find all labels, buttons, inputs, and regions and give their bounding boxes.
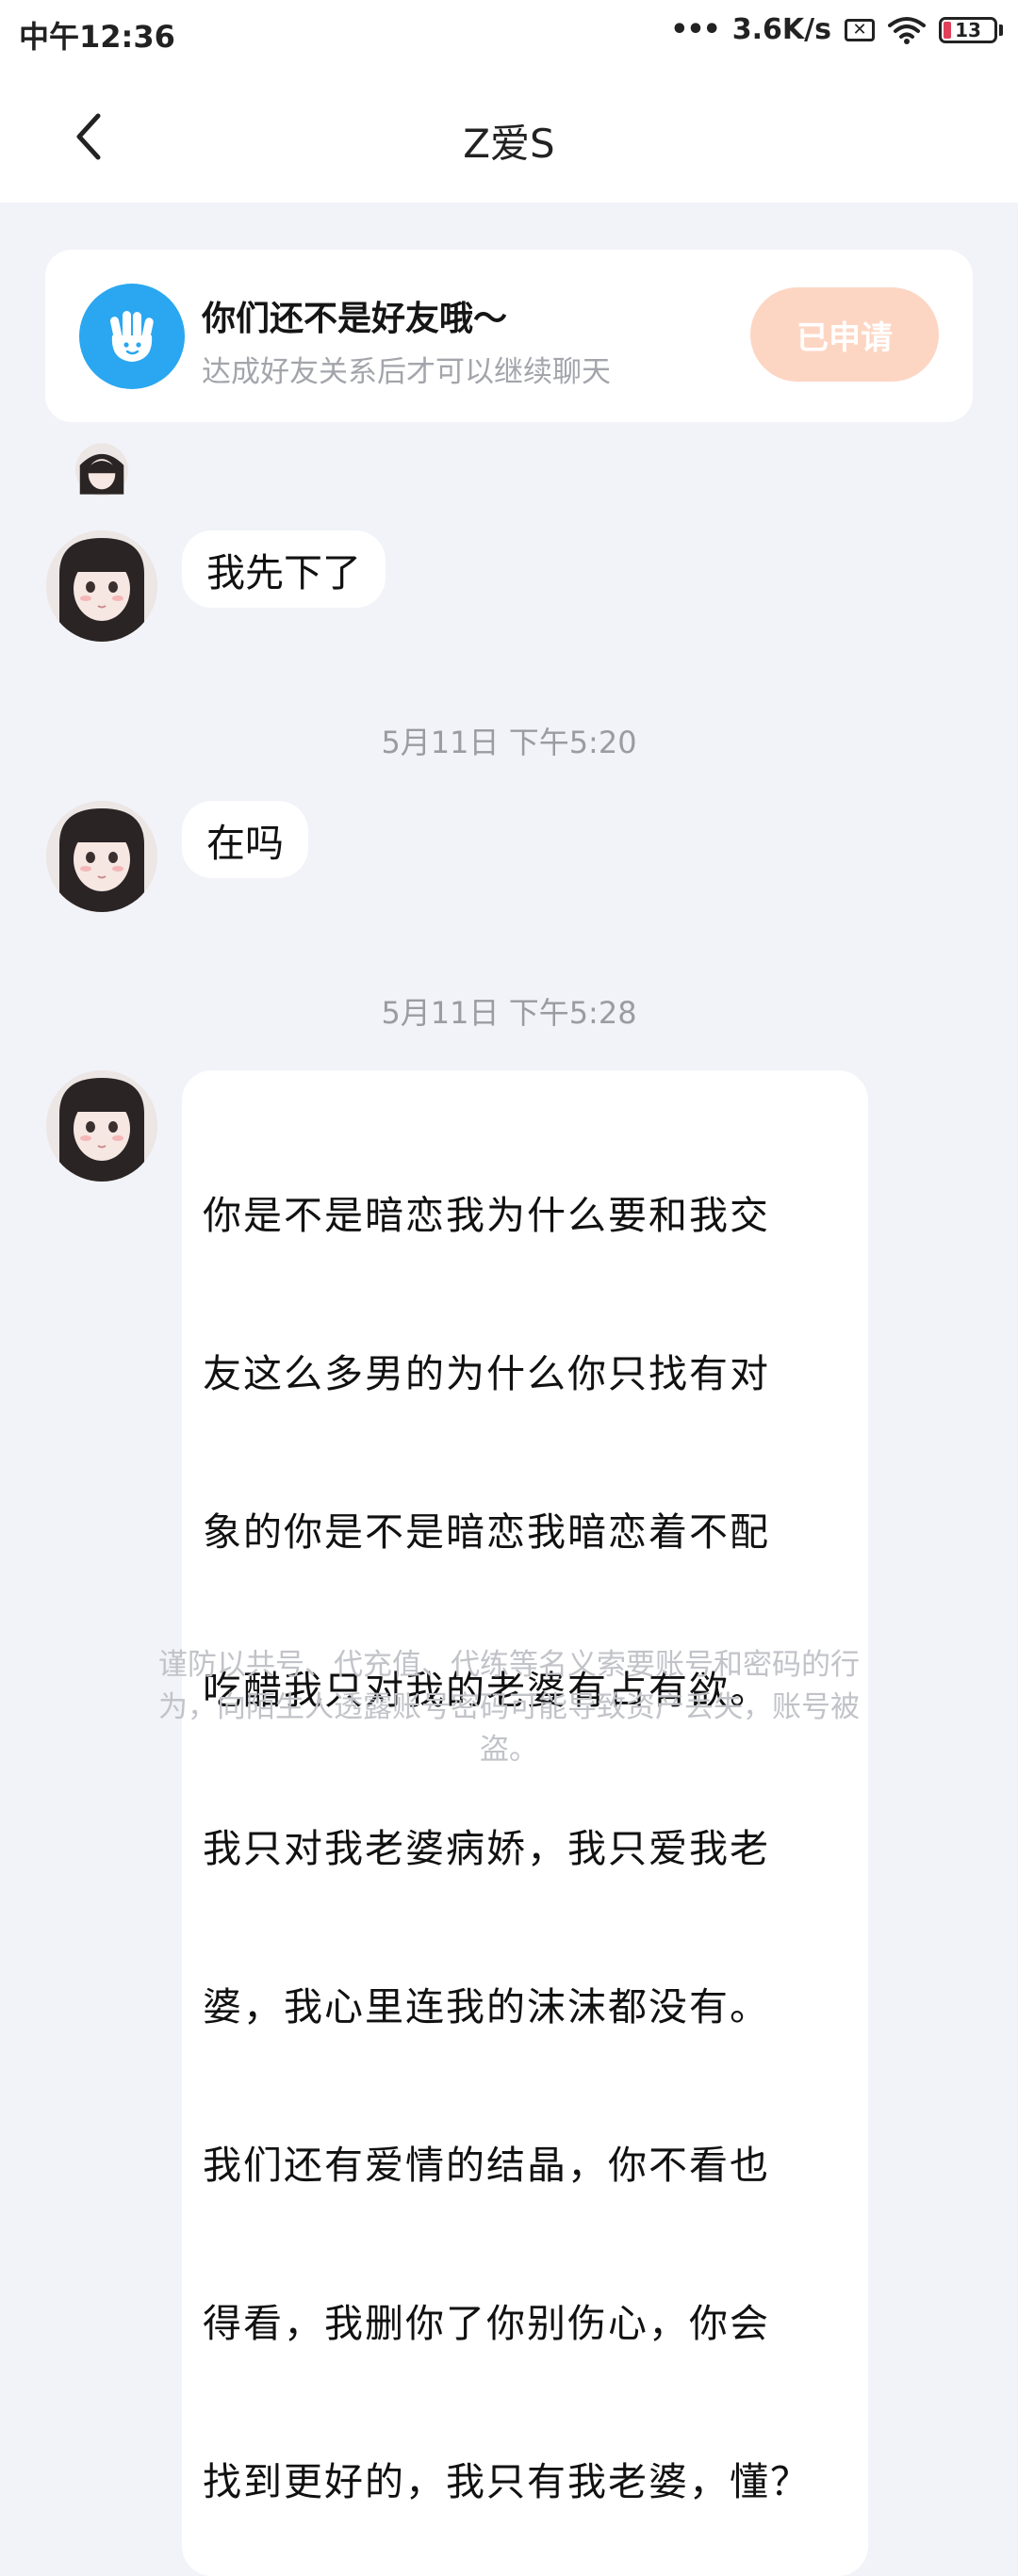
applied-button[interactable]: 已申请 bbox=[750, 287, 939, 382]
warning-line: 谨防以共号、代充值、代练等名义索要账号和密码的行 bbox=[158, 1648, 860, 1682]
battery-icon: 13 bbox=[939, 16, 1003, 43]
message-line: 我们还有爱情的结晶，你不看也 bbox=[203, 2143, 770, 2188]
message-text: 我先下了 bbox=[206, 550, 361, 595]
notice-title: 你们还不是好友哦～ bbox=[202, 300, 508, 338]
message-bubble[interactable]: 在吗 bbox=[182, 801, 308, 878]
security-warning: 谨防以共号、代充值、代练等名义索要账号和密码的行 为，向陌生人透露账号密码可能导… bbox=[104, 1644, 914, 1771]
avatar[interactable] bbox=[46, 530, 157, 642]
message-line: 婆，我心里连我的沫沫都没有。 bbox=[203, 1984, 770, 2030]
warning-line: 为，向陌生人透露账号密码可能导致资产丢失，账号被 bbox=[158, 1690, 860, 1724]
avatar[interactable] bbox=[46, 801, 157, 912]
network-speed: 3.6K/s bbox=[731, 13, 831, 46]
nav-bar: Z爱S bbox=[0, 71, 1018, 203]
notice-subtitle: 达成好友关系后才可以继续聊天 bbox=[202, 355, 611, 389]
status-time: 中午12:36 bbox=[19, 19, 175, 55]
page-title: Z爱S bbox=[463, 121, 555, 167]
message-line: 友这么多男的为什么你只找有对 bbox=[203, 1351, 770, 1396]
message-line: 象的你是不是暗恋我暗恋着不配 bbox=[203, 1509, 770, 1555]
friend-notice-card: 你们还不是好友哦～ 达成好友关系后才可以继续聊天 已申请 bbox=[45, 250, 973, 422]
message-line: 得看，我删你了你别伤心，你会 bbox=[203, 2301, 770, 2346]
wifi-icon bbox=[888, 16, 926, 44]
message-text: 在吗 bbox=[206, 821, 284, 866]
message-bubble[interactable]: 我先下了 bbox=[182, 530, 386, 608]
message-line: 你是不是暗恋我为什么要和我交 bbox=[203, 1193, 770, 1238]
more-dots-icon: ••• bbox=[670, 12, 721, 46]
waving-hand-icon bbox=[79, 284, 185, 389]
status-icons: ••• 3.6K/s ✕ 13 bbox=[670, 13, 1003, 46]
message-line: 找到更好的，我只有我老婆，懂？ bbox=[203, 2459, 811, 2504]
warning-line: 盗。 bbox=[480, 1733, 538, 1767]
avatar[interactable] bbox=[46, 1070, 157, 1182]
status-bar: 中午12:36 ••• 3.6K/s ✕ 13 bbox=[0, 0, 1018, 71]
avatar-partial bbox=[49, 443, 155, 496]
message-timestamp: 5月11日 下午5:20 bbox=[381, 725, 637, 760]
message-timestamp: 5月11日 下午5:28 bbox=[381, 995, 637, 1031]
message-bubble[interactable]: 你是不是暗恋我为什么要和我交 友这么多男的为什么你只找有对 象的你是不是暗恋我暗… bbox=[182, 1070, 868, 2576]
battery-level: 13 bbox=[955, 18, 981, 41]
message-line: 我只对我老婆病娇，我只爱我老 bbox=[203, 1826, 770, 1871]
no-sim-icon: ✕ bbox=[845, 18, 875, 41]
